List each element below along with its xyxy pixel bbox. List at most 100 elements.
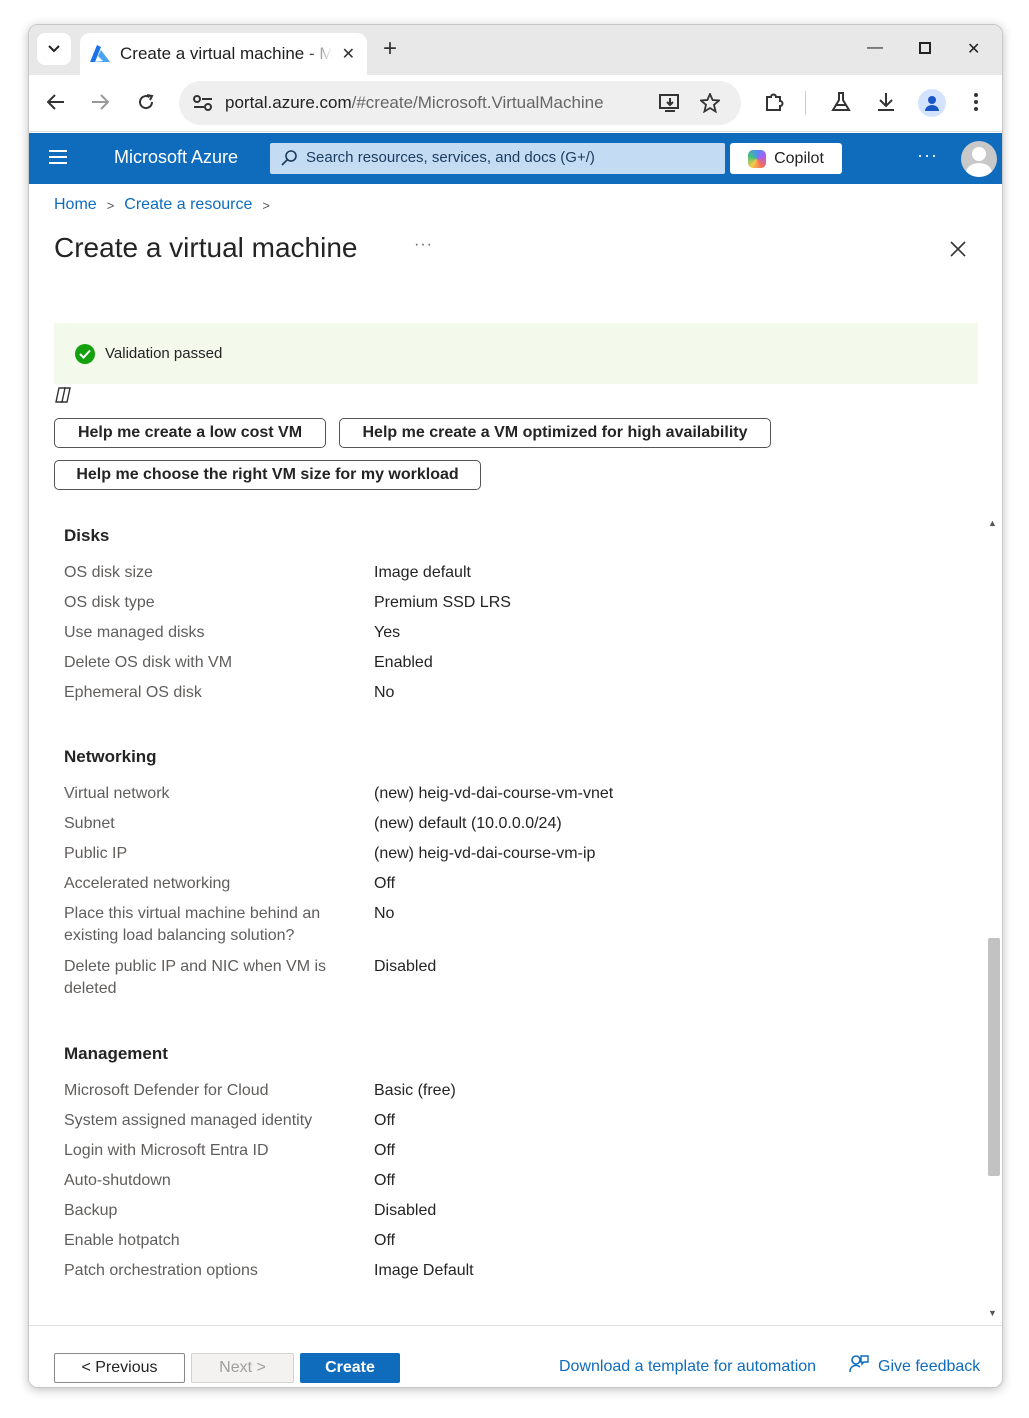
review-summary: Disks OS disk size Image default OS disk… [54,514,1002,1324]
row-value: Image Default [374,1262,474,1279]
row-label: System assigned managed identity [64,1112,313,1129]
browser-tab-active[interactable]: Create a virtual machine - Microsoft Azu… [80,33,367,75]
azure-brand[interactable]: Microsoft Azure [114,147,238,168]
row-value: Premium SSD LRS [374,594,511,611]
row-value: Enabled [374,654,433,671]
section-title-management: Management [64,1044,168,1063]
address-bar[interactable]: portal.azure.com/#create/Microsoft.Virtu… [179,81,741,125]
search-placeholder: Search resources, services, and docs (G+… [306,149,595,166]
download-icon[interactable] [873,89,899,115]
toolbar-divider [805,91,806,115]
labs-flask-icon[interactable] [828,89,854,115]
user-avatar[interactable] [961,141,997,177]
extensions-icon[interactable] [761,89,787,115]
give-feedback-link[interactable]: Give feedback [878,1358,980,1376]
suggestion-low-cost-vm[interactable]: Help me create a low cost VM [54,418,326,448]
row-label: Place this virtual machine behind an exi… [64,905,321,944]
title-more-icon[interactable]: ··· [414,236,433,254]
close-window-icon[interactable]: ✕ [967,39,980,59]
row-label: OS disk size [64,564,153,581]
tab-strip: Create a virtual machine - Microsoft Azu… [29,25,1002,75]
validation-banner: Validation passed [54,323,978,384]
refresh-icon[interactable] [133,89,159,115]
azure-top-bar: Microsoft Azure Search resources, servic… [29,133,1002,184]
url-path: /#create/Microsoft.VirtualMachine [351,93,604,112]
scrollbar-thumb[interactable] [988,938,1000,1176]
next-button[interactable]: Next > [191,1353,294,1383]
breadcrumb: Home > Create a resource > [54,196,280,214]
row-value: (new) heig-vd-dai-course-vm-ip [374,845,596,862]
new-tab-icon[interactable]: + [383,37,397,61]
row-value: Off [374,1172,396,1189]
forward-arrow-icon[interactable] [87,89,113,115]
close-blade-icon[interactable] [949,240,967,263]
minimize-icon[interactable]: — [867,39,883,57]
row-value: (new) heig-vd-dai-course-vm-vnet [374,785,614,802]
row-label: Virtual network [64,785,170,802]
breadcrumb-home[interactable]: Home [54,196,97,214]
row-label: Auto-shutdown [64,1172,171,1189]
scroll-up-icon[interactable]: ▲ [988,518,997,528]
maximize-icon[interactable] [919,41,931,59]
portal-menu-icon[interactable] [49,150,67,168]
page-title: Create a virtual machine [54,232,358,263]
create-button[interactable]: Create [300,1353,400,1383]
site-settings-icon[interactable] [193,95,213,111]
previous-button[interactable]: < Previous [54,1353,185,1383]
profile-icon[interactable] [918,89,946,117]
tab-title: Create a virtual machine - Microsoft Azu… [120,44,332,63]
row-label: Backup [64,1202,118,1219]
row-label: Use managed disks [64,624,205,641]
browser-toolbar: portal.azure.com/#create/Microsoft.Virtu… [29,75,1002,132]
azure-logo-icon [90,45,110,62]
row-value: No [374,905,395,922]
back-arrow-icon[interactable] [43,89,69,115]
breadcrumb-create-resource[interactable]: Create a resource [124,196,252,214]
chevron-right-icon: > [262,197,270,213]
close-tab-icon[interactable]: ✕ [342,44,355,64]
validation-text: Validation passed [105,345,223,362]
row-label: Delete OS disk with VM [64,654,233,671]
feedback-icon[interactable] [849,1354,869,1374]
browser-menu-icon[interactable] [963,89,989,115]
chevron-right-icon: > [106,197,115,213]
search-icon [281,150,297,166]
row-label: Accelerated networking [64,875,231,892]
global-search-input[interactable]: Search resources, services, and docs (G+… [270,143,725,174]
copilot-label: Copilot [774,149,824,167]
row-value: Disabled [374,1202,437,1219]
create-vm-blade: Home > Create a resource > Create a virt… [29,184,1002,1387]
row-label: Patch orchestration options [64,1262,258,1279]
row-label: Public IP [64,845,128,862]
url-host: portal.azure.com [225,93,352,112]
url-text: portal.azure.com/#create/Microsoft.Virtu… [225,93,604,113]
row-value: (new) default (10.0.0.0/24) [374,815,562,832]
copilot-icon [748,149,767,168]
suggestion-vm-size[interactable]: Help me choose the right VM size for my … [54,460,481,490]
row-label: Login with Microsoft Entra ID [64,1142,269,1159]
scroll-down-icon[interactable]: ▼ [988,1308,997,1318]
download-template-link[interactable]: Download a template for automation [559,1358,816,1376]
copilot-button[interactable]: Copilot [730,143,842,174]
more-options-icon[interactable]: ··· [917,145,938,166]
row-label: Ephemeral OS disk [64,684,202,701]
row-label: Subnet [64,815,115,832]
row-value: Off [374,1142,396,1159]
row-value: Basic (free) [374,1082,456,1099]
row-label: OS disk type [64,594,155,611]
install-app-icon[interactable] [659,93,681,113]
section-title-networking: Networking [64,747,157,766]
chevron-down-icon [48,45,60,53]
row-label: Delete public IP and NIC when VM is dele… [64,958,327,997]
row-label: Enable hotpatch [64,1232,180,1249]
row-value: Disabled [374,958,437,975]
suggestion-high-availability-vm[interactable]: Help me create a VM optimized for high a… [339,418,771,448]
row-value: Image default [374,564,471,581]
checkmark-icon [75,343,95,364]
vertical-scrollbar[interactable]: ▲ ▼ [985,518,1000,1318]
blade-footer: < Previous Next > Create Download a temp… [29,1325,1002,1387]
row-value: No [374,684,395,701]
star-icon[interactable] [700,93,720,113]
tab-search-button[interactable] [37,33,71,65]
row-value: Off [374,1112,396,1129]
